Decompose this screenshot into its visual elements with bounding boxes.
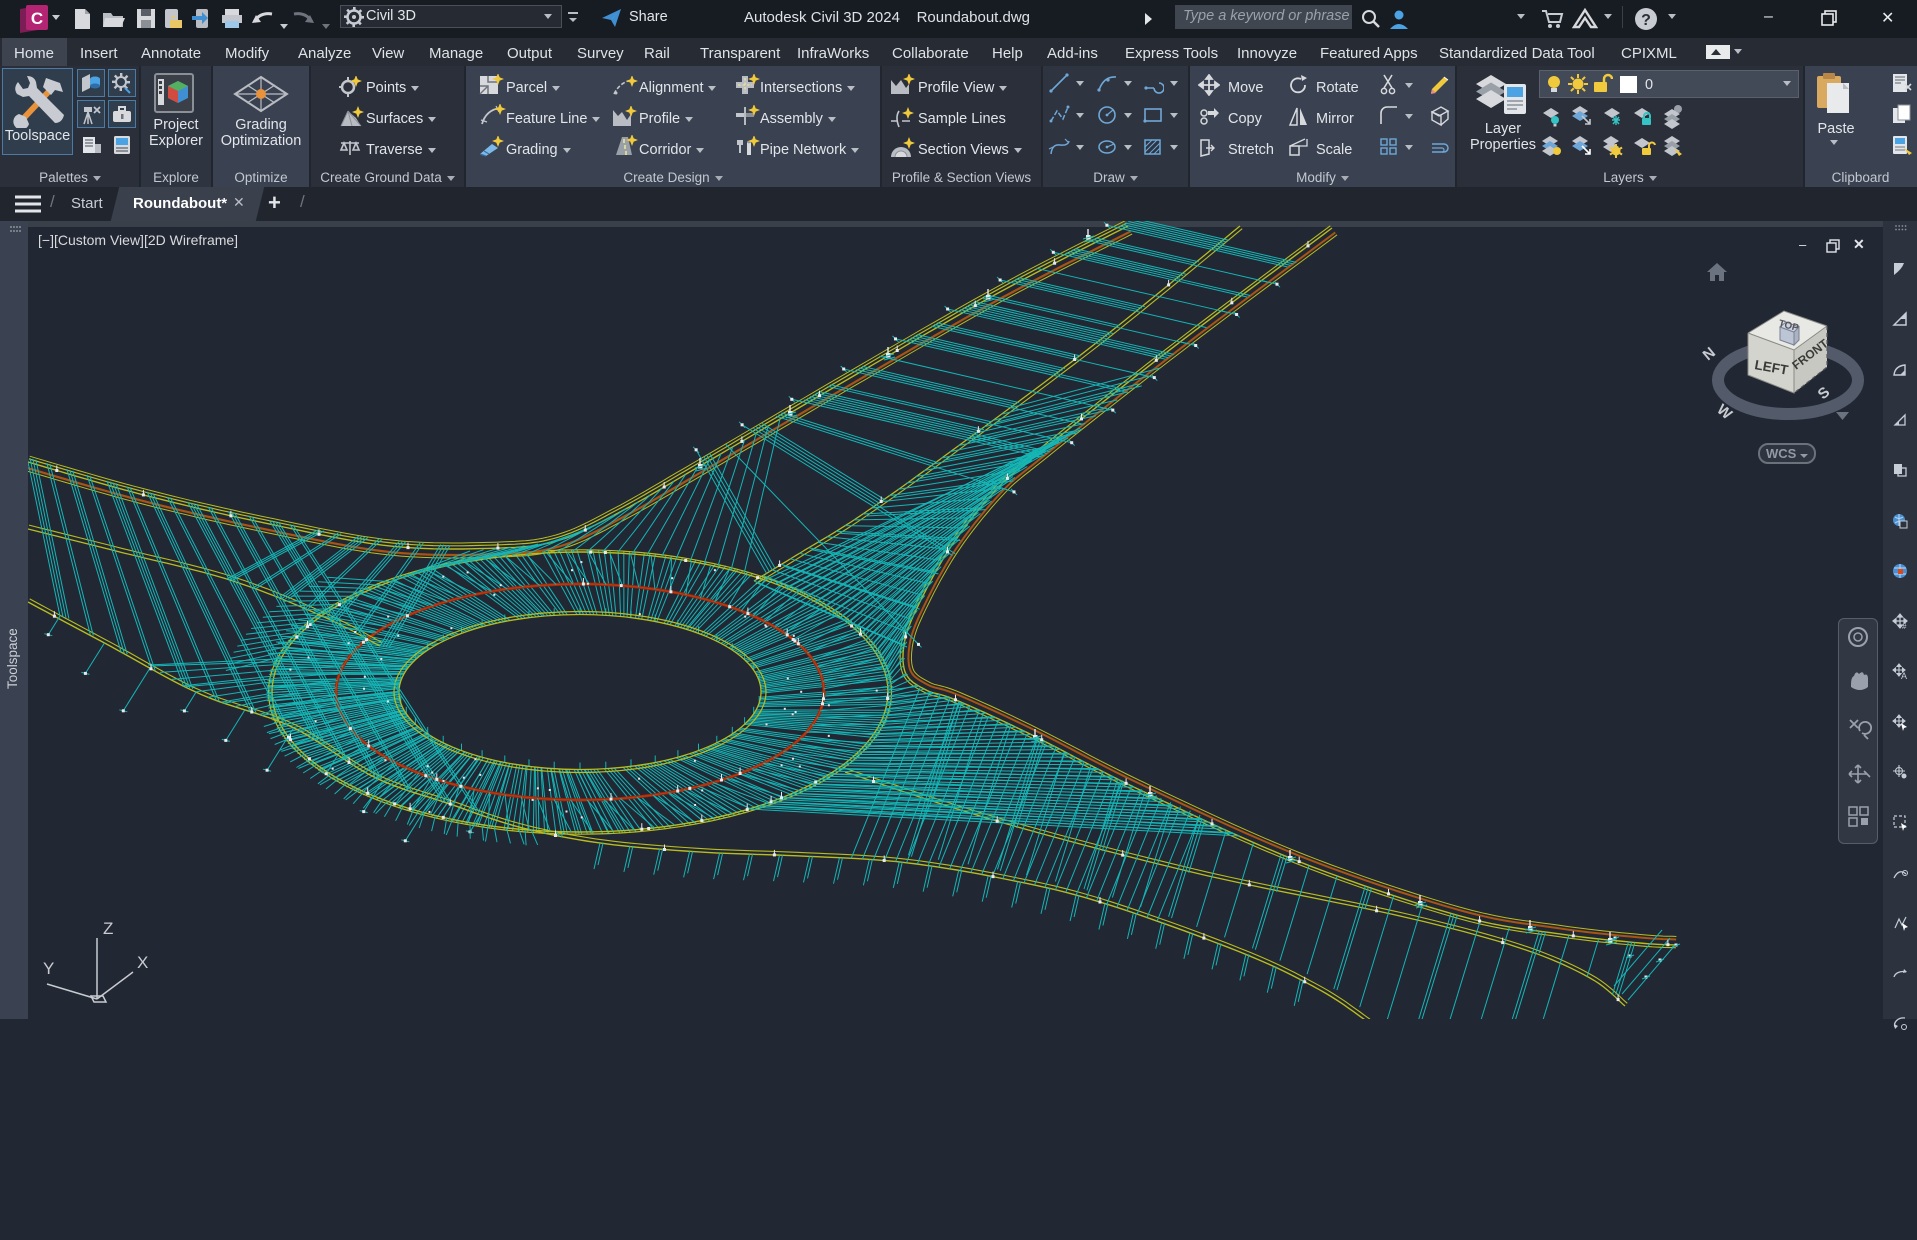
svg-text:Y: Y — [43, 959, 54, 978]
svg-text:X: X — [137, 953, 148, 972]
svg-text:Z: Z — [103, 919, 113, 938]
svg-text:N: N — [1700, 344, 1719, 364]
svg-text:#: # — [1902, 622, 1907, 630]
svg-text:A: A — [1901, 671, 1907, 680]
svg-text:S: S — [1815, 384, 1834, 403]
